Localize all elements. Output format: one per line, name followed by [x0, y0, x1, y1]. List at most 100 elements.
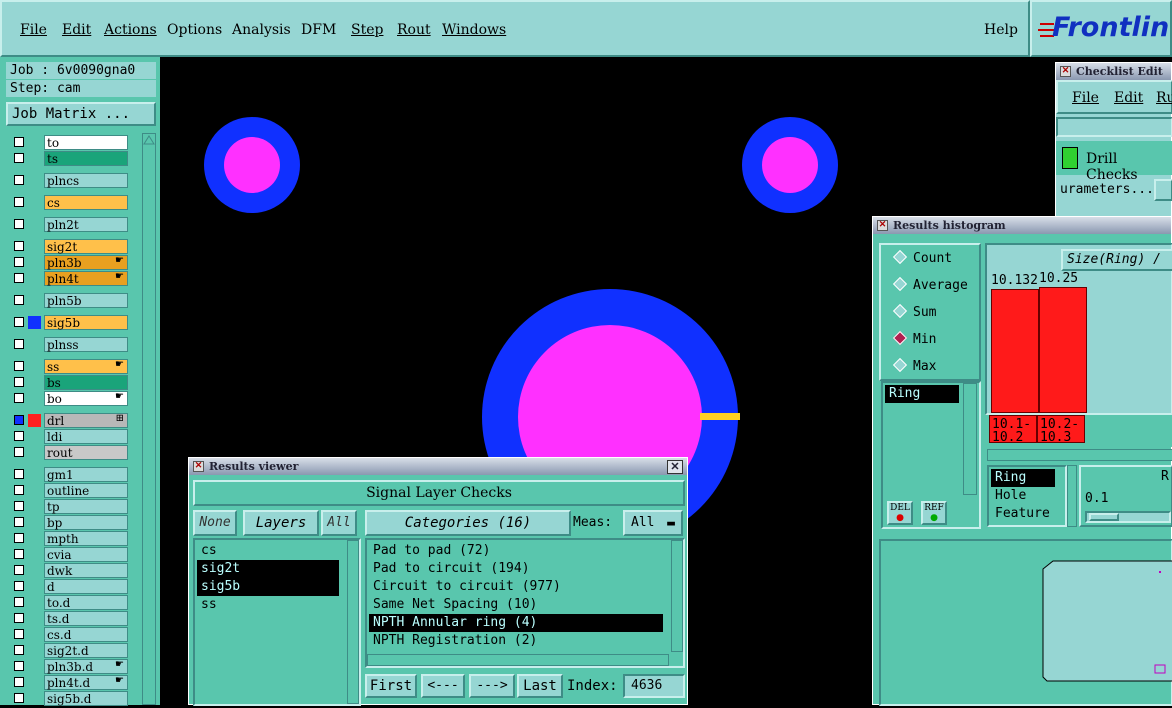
layer-checkbox[interactable]	[14, 645, 24, 655]
layer-checkbox[interactable]	[14, 317, 24, 327]
list-item[interactable]: Ring	[885, 385, 959, 403]
range-label[interactable]: 10.2- 10.3	[1037, 415, 1085, 444]
layer-row[interactable]: dwk	[10, 563, 128, 578]
close-icon[interactable]: ✕	[877, 220, 888, 231]
list-item[interactable]: ss	[197, 596, 339, 614]
layer-checkbox[interactable]	[14, 175, 24, 185]
layer-checkbox[interactable]	[14, 517, 24, 527]
layer-checkbox[interactable]	[14, 295, 24, 305]
layer-checkbox[interactable]	[14, 393, 24, 403]
layer-checkbox[interactable]	[14, 241, 24, 251]
layer-row[interactable]: ts.d	[10, 611, 128, 626]
layer-checkbox[interactable]	[14, 377, 24, 387]
layer-name[interactable]: sig5b.d	[44, 691, 128, 706]
menu-windows[interactable]: Windows	[442, 22, 506, 38]
layer-checkbox[interactable]	[14, 597, 24, 607]
layer-checkbox[interactable]	[14, 137, 24, 147]
layer-row[interactable]: rout	[10, 445, 128, 460]
layer-name[interactable]: ldi	[44, 429, 128, 444]
layer-name[interactable]: ts	[44, 151, 128, 166]
menu-actions[interactable]: Actions	[104, 22, 157, 38]
category-h-scrollbar[interactable]	[367, 654, 669, 666]
layer-row[interactable]: pln3b.d ☛	[10, 659, 128, 674]
slider-thumb[interactable]	[1089, 513, 1119, 521]
menu-analysis[interactable]: Analysis	[232, 22, 291, 38]
list-item[interactable]: Circuit to circuit (977)	[369, 578, 663, 596]
layer-checkbox[interactable]	[14, 219, 24, 229]
last-button[interactable]: Last	[517, 674, 563, 698]
layer-row[interactable]: cvia	[10, 547, 128, 562]
checklist-param-field[interactable]	[1154, 179, 1172, 201]
scroll-up-icon[interactable]	[143, 135, 155, 145]
layer-row[interactable]: sig5b	[10, 315, 128, 330]
layer-color-swatch[interactable]	[28, 316, 41, 329]
list-item[interactable]: sig5b	[197, 578, 339, 596]
parameters-button[interactable]: urameters...	[1060, 182, 1154, 197]
list-item[interactable]: Same Net Spacing (10)	[369, 596, 663, 614]
layer-checkbox[interactable]	[14, 565, 24, 575]
list-item[interactable]: Pad to circuit (194)	[369, 560, 663, 578]
layer-name[interactable]: pln5b	[44, 293, 128, 308]
layer-row[interactable]: plnss	[10, 337, 128, 352]
next-button[interactable]: --->	[469, 674, 515, 698]
layer-checkbox[interactable]	[14, 361, 24, 371]
layer-color-swatch[interactable]	[28, 414, 41, 427]
layer-row[interactable]: d	[10, 579, 128, 594]
layer-row[interactable]: sig2t	[10, 239, 128, 254]
layer-scrollbar[interactable]	[142, 133, 156, 705]
list-item[interactable]: Ring	[991, 469, 1055, 487]
histogram-h-scrollbar[interactable]	[987, 449, 1172, 461]
layer-row[interactable]: to.d	[10, 595, 128, 610]
layer-row[interactable]: bp	[10, 515, 128, 530]
prev-button[interactable]: <---	[421, 674, 465, 698]
menu-edit[interactable]: Edit	[62, 22, 91, 38]
layer-checkbox[interactable]	[14, 197, 24, 207]
layer-row[interactable]: ts	[10, 151, 128, 166]
list-item[interactable]: Pad to pad (72)	[369, 542, 663, 560]
layer-checkbox[interactable]	[14, 581, 24, 591]
all-button[interactable]: All	[321, 510, 357, 536]
layer-checkbox[interactable]	[14, 257, 24, 267]
layer-checkbox[interactable]	[14, 661, 24, 671]
layer-name[interactable]: to	[44, 135, 128, 150]
layer-row[interactable]: pln3b ☛	[10, 255, 128, 270]
histogram-bar[interactable]	[1039, 287, 1087, 413]
layer-row[interactable]: bo ☛	[10, 391, 128, 406]
none-button[interactable]: None	[193, 510, 237, 536]
layer-row[interactable]: outline	[10, 483, 128, 498]
layer-row[interactable]: to	[10, 135, 128, 150]
filter-scrollbar[interactable]	[1067, 465, 1077, 527]
meas-select[interactable]: All ▬	[623, 510, 683, 536]
layer-name[interactable]: tp	[44, 499, 128, 514]
list-item[interactable]: NPTH Annular ring (4)	[369, 614, 663, 632]
layer-results-scrollbar[interactable]	[347, 540, 359, 704]
checklist-menu-file[interactable]: File	[1072, 90, 1099, 106]
checklist-menu-edit[interactable]: Edit	[1114, 90, 1143, 106]
range-label[interactable]: 10.1- 10.2	[989, 415, 1037, 444]
layer-checkbox[interactable]	[14, 485, 24, 495]
layer-row[interactable]: sig2t.d	[10, 643, 128, 658]
layer-name[interactable]: d	[44, 579, 128, 594]
menu-options[interactable]: Options	[167, 22, 222, 38]
category-scrollbar[interactable]	[671, 540, 683, 652]
list-item[interactable]: Feature	[991, 505, 1055, 523]
layer-row[interactable]: pln5b	[10, 293, 128, 308]
first-button[interactable]: First	[365, 674, 417, 698]
ref-button[interactable]: REF ●	[921, 501, 947, 525]
layer-row[interactable]: bs	[10, 375, 128, 390]
layer-row[interactable]: gm1	[10, 467, 128, 482]
layer-name[interactable]: rout	[44, 445, 128, 460]
layer-checkbox[interactable]	[14, 629, 24, 639]
layer-row[interactable]: mpth	[10, 531, 128, 546]
layer-row[interactable]: cs	[10, 195, 128, 210]
histogram-list-scrollbar[interactable]	[963, 383, 977, 495]
close-icon[interactable]: ✕	[667, 460, 683, 474]
layer-row[interactable]: pln4t ☛	[10, 271, 128, 286]
slider-track[interactable]	[1085, 511, 1171, 523]
layer-checkbox[interactable]	[14, 469, 24, 479]
index-input[interactable]: 4636	[623, 674, 685, 698]
radio-count[interactable]: Count	[892, 249, 952, 266]
layer-row[interactable]: ss ☛	[10, 359, 128, 374]
layer-checkbox[interactable]	[14, 613, 24, 623]
layer-row[interactable]: tp	[10, 499, 128, 514]
